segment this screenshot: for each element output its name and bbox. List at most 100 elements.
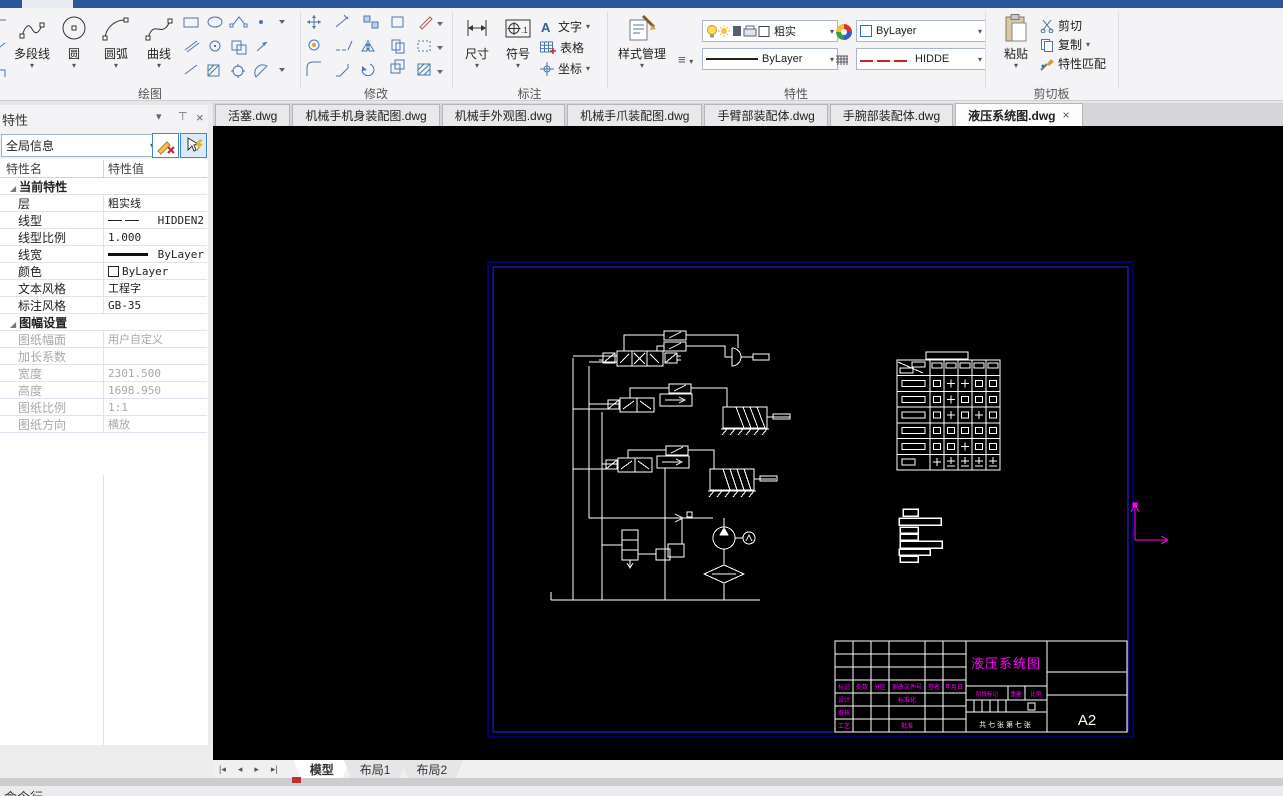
property-row[interactable]: 图纸幅面 用户自定义 [0, 331, 207, 348]
drawing-title: 液压系统图 [971, 656, 1041, 671]
spline-label: 曲线 [146, 47, 171, 61]
property-row[interactable]: 颜色 ByLayer [0, 263, 207, 280]
symbol-button[interactable]: .1 符号 ▾ [500, 14, 536, 86]
group-label-draw: 绘图 [137, 87, 162, 101]
property-row[interactable]: 标注风格 GB-35 [0, 297, 207, 314]
tab-model[interactable]: 模型 [294, 760, 350, 778]
command-line-label: 命令行 [4, 787, 43, 796]
group-label-modify: 修改 [363, 87, 388, 101]
property-group-row[interactable]: ◢ 图幅设置 [0, 314, 207, 331]
active-ribbon-tab-edge[interactable] [22, 0, 73, 8]
property-row[interactable]: 图纸比例 1:1 [0, 399, 207, 416]
doc-tab[interactable]: 手臂部装配体.dwg [704, 104, 828, 126]
style-manager-button[interactable]: 样式管理 ▾ [613, 14, 671, 86]
chevron-down-icon: ▾ [113, 61, 118, 70]
chevron-down-icon: ▾ [977, 54, 982, 64]
property-row[interactable]: 层 粗实线 [0, 195, 207, 212]
layer-state-icons [707, 25, 770, 38]
linetype-manager-icon[interactable] [836, 54, 849, 66]
chevron-down-icon: ▾ [586, 64, 591, 73]
panel-footer-area [0, 745, 213, 778]
clipped-edge-icons [0, 19, 6, 77]
property-row[interactable]: 高度 1698.950 [0, 382, 207, 399]
svg-text:A: A [541, 20, 551, 34]
chevron-down-icon: ▾ [29, 61, 34, 70]
doc-tab[interactable]: 活塞.dwg [215, 104, 291, 126]
property-row[interactable]: 加长系数 [0, 348, 207, 365]
color-wheel-icon[interactable] [836, 24, 852, 40]
chevron-down-icon: ▾ [1013, 61, 1018, 70]
prev-tab-icon[interactable]: ◂ [232, 764, 249, 775]
chevron-down-icon: ▾ [977, 26, 982, 36]
tab-layout2[interactable]: 布局2 [400, 760, 463, 778]
last-tab-icon[interactable]: ▸| [265, 764, 284, 775]
spline-icon [145, 18, 173, 41]
tab-layout1[interactable]: 布局1 [344, 760, 407, 778]
lineweight-combo[interactable]: ByLayer ▾ [702, 48, 838, 70]
property-row[interactable]: 宽度 2301.500 [0, 365, 207, 382]
circle-button[interactable]: 圆 ▾ [58, 14, 90, 86]
first-tab-icon[interactable]: |◂ [213, 764, 232, 775]
drawing-canvas[interactable]: 标记 处数 分区 更改文件号 签名 年月日 设计 标准化 审核 工艺 批准 阶段… [213, 126, 1283, 760]
doc-tab-active[interactable]: 液压系统图.dwg × [955, 103, 1083, 126]
coordinate-button[interactable]: 坐标 ▾ [540, 58, 590, 79]
current-layer-value: 粗实 [774, 26, 796, 38]
ucs-icon [1130, 502, 1169, 545]
property-row[interactable]: 线宽 ByLayer [0, 246, 207, 263]
paste-button[interactable]: 粘贴 ▾ [994, 14, 1038, 86]
document-tabs: 活塞.dwg 机械手机身装配图.dwg 机械手外观图.dwg 机械手爪装配图.d… [213, 103, 1283, 126]
linetype-sample [108, 219, 122, 221]
panel-close-icon[interactable]: × [196, 110, 204, 125]
line-settings-button[interactable]: ≡ ▾ [678, 52, 693, 67]
property-row[interactable]: 线型比例 1.000 [0, 229, 207, 246]
coordinate-icon [540, 61, 554, 76]
ribbon: 多段线 ▾ 圆 ▾ 圆弧 ▾ 曲线 ▾ 绘图 修改 尺寸 ▾ .1 符号 ▾ A… [0, 8, 1283, 101]
table-icon [540, 41, 556, 54]
properties-panel-titlebar[interactable]: 特性 ▾ ⊤ × [0, 105, 208, 131]
linetype-combo[interactable]: HIDDE ▾ [856, 48, 986, 70]
arc-icon [102, 17, 129, 41]
cut-button[interactable]: 剪切 [1040, 16, 1106, 35]
sheet-size: A2 [1078, 712, 1096, 729]
panel-pin-icon[interactable]: ⊤ [178, 110, 188, 123]
chevron-down-icon: ▾ [71, 61, 76, 70]
doc-tab[interactable]: 手腕部装配体.dwg [829, 104, 954, 126]
panel-collapse-icon[interactable]: ▾ [156, 110, 162, 123]
text-label: 文字 [558, 20, 583, 34]
stroke-bars [898, 508, 943, 563]
svg-text:.1: .1 [521, 26, 528, 35]
svg-text:标准化: 标准化 [898, 696, 916, 704]
color-combo[interactable]: ByLayer ▾ [856, 20, 986, 42]
select-objects-button[interactable] [180, 133, 207, 158]
modify-tools-grid[interactable] [306, 14, 446, 86]
clear-properties-button[interactable] [152, 133, 179, 158]
property-row[interactable]: 线型 HIDDEN2 [0, 212, 207, 229]
doc-tab[interactable]: 机械手外观图.dwg [441, 104, 566, 126]
doc-tab[interactable]: 机械手机身装配图.dwg [292, 104, 440, 126]
property-group-row[interactable]: ◢ 当前特性 [0, 178, 207, 195]
arc-button[interactable]: 圆弧 ▾ [96, 14, 136, 86]
properties-scope-select[interactable]: 全局信息 ▾ [1, 134, 159, 157]
group-separator [985, 12, 986, 88]
table-button[interactable]: 表格 [540, 37, 590, 58]
svg-text:审核: 审核 [838, 709, 850, 717]
polyline-button[interactable]: 多段线 ▾ [8, 14, 56, 86]
layer-combo[interactable]: 粗实 ▾ [702, 20, 838, 42]
status-bar[interactable]: 命令行 [0, 786, 1283, 796]
group-separator [452, 12, 453, 88]
draw-tools-grid[interactable] [182, 14, 296, 86]
circle-label: 圆 [67, 47, 80, 61]
property-row[interactable]: 图纸方向 横放 [0, 416, 207, 433]
match-properties-button[interactable]: 特性匹配 [1040, 54, 1106, 73]
copy-button[interactable]: 复制 ▾ [1040, 35, 1106, 54]
text-button[interactable]: A 文字 ▾ [540, 16, 590, 37]
svg-text:阶段标记: 阶段标记 [976, 690, 999, 698]
property-row[interactable]: 文本风格 工程字 [0, 280, 207, 297]
chevron-down-icon: ▾ [829, 54, 834, 64]
chevron-down-icon: ▾ [639, 61, 644, 70]
spline-button[interactable]: 曲线 ▾ [140, 14, 178, 86]
next-tab-icon[interactable]: ▸ [248, 764, 265, 775]
dimension-button[interactable]: 尺寸 ▾ [458, 14, 496, 86]
doc-tab[interactable]: 机械手爪装配图.dwg [567, 104, 703, 126]
close-icon[interactable]: × [1063, 108, 1070, 122]
